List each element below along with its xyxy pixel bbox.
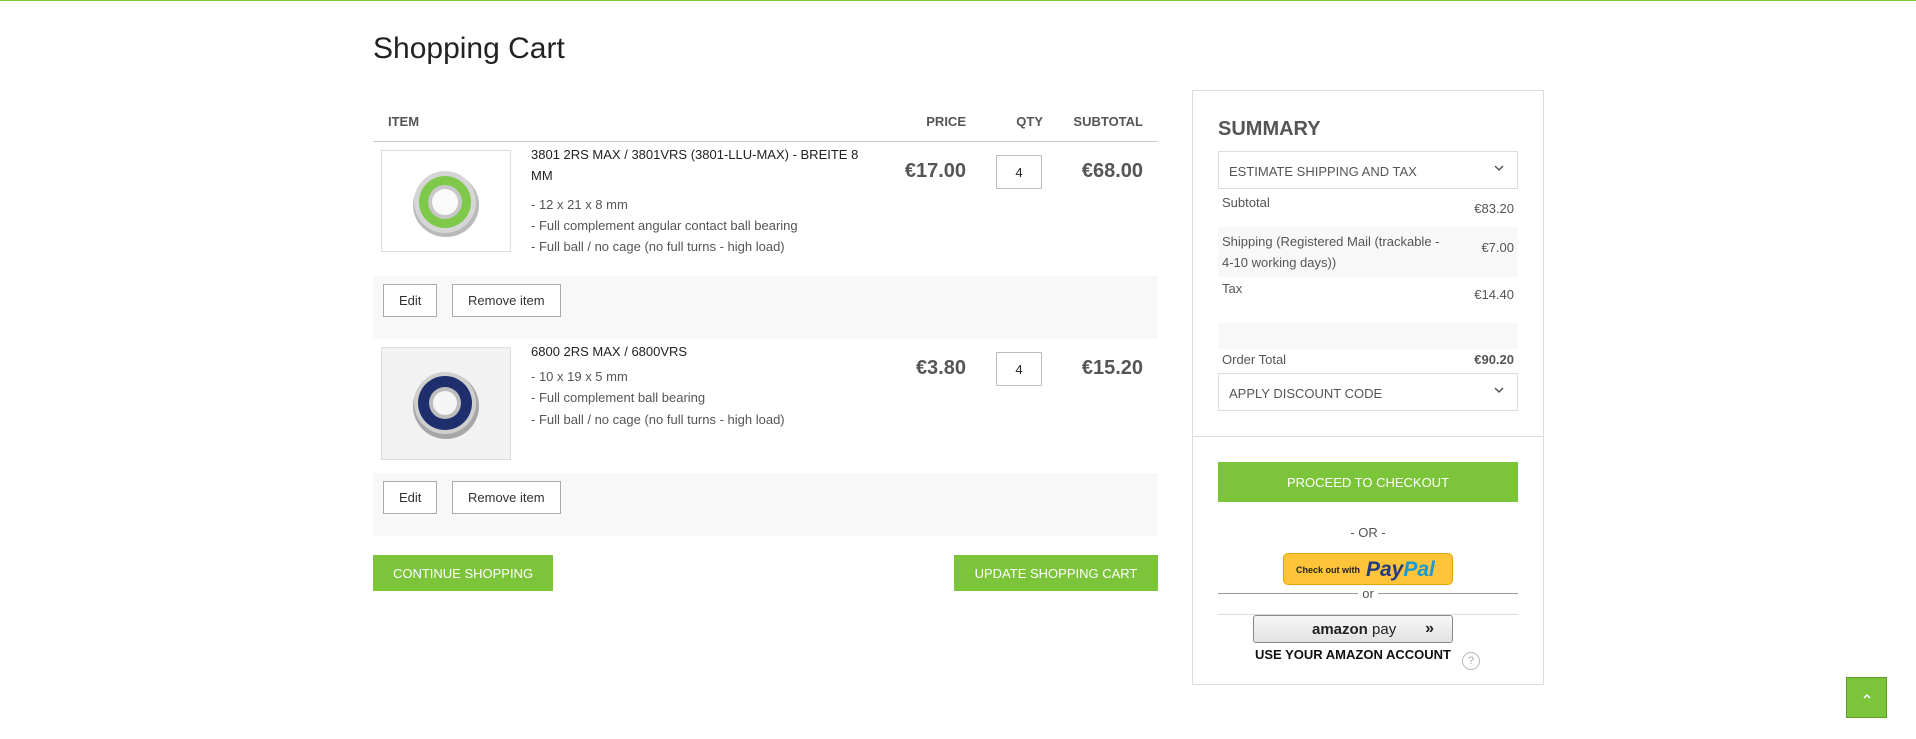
discount-code-toggle[interactable]: APPLY DISCOUNT CODE	[1218, 373, 1518, 411]
product-option: - Full ball / no cage (no full turns - h…	[531, 412, 785, 427]
edit-button[interactable]: Edit	[383, 284, 438, 317]
cart-item: 3801 2RS MAX / 3801VRS (3801-LLU-MAX) - …	[373, 142, 1158, 339]
product-name[interactable]: 6800 2RS MAX / 6800VRS	[531, 341, 871, 362]
cart-summary: SUMMARY ESTIMATE SHIPPING AND TAX Subtot…	[1192, 90, 1544, 685]
product-option: - 12 x 21 x 8 mm	[531, 197, 628, 212]
item-price: €3.80	[915, 357, 966, 379]
item-actions: Edit Remove item	[373, 276, 1158, 339]
cart-table: ITEM PRICE QTY SUBTOTAL 3801 2RS MAX / 3…	[373, 104, 1158, 536]
product-name[interactable]: 3801 2RS MAX / 3801VRS (3801-LLU-MAX) - …	[531, 144, 871, 186]
or-separator: - OR -	[1350, 525, 1386, 540]
product-option: - 10 x 19 x 5 mm	[531, 369, 628, 384]
paypal-brand-pay: Pay	[1366, 558, 1404, 581]
amazon-pay-note: USE YOUR AMAZON ACCOUNT	[1255, 647, 1451, 662]
tax-label: Tax	[1222, 281, 1243, 296]
product-option: - Full complement angular contact ball b…	[531, 218, 798, 233]
totals-row-tax: Tax €14.40	[1218, 277, 1518, 313]
paypal-brand-pal: Pal	[1403, 558, 1435, 581]
totals-row-shipping: Shipping (Registered Mail (trackable - 4…	[1218, 227, 1518, 277]
item-price: €17.00	[904, 160, 966, 182]
qty-input[interactable]	[996, 352, 1042, 386]
product-image[interactable]	[381, 150, 511, 252]
cart-item: 6800 2RS MAX / 6800VRS - 10 x 19 x 5 mm …	[373, 339, 1158, 536]
top-accent-line	[0, 0, 1916, 1]
update-cart-button[interactable]: UPDATE SHOPPING CART	[954, 555, 1158, 591]
summary-title: SUMMARY	[1218, 118, 1321, 140]
amazon-pay-button[interactable]: amazon pay »	[1253, 615, 1453, 643]
cart-table-header: ITEM PRICE QTY SUBTOTAL	[373, 104, 1158, 142]
or-small-separator: or	[1193, 586, 1543, 601]
estimate-shipping-label: ESTIMATE SHIPPING AND TAX	[1229, 164, 1417, 179]
header-item: ITEM	[388, 114, 420, 129]
tax-value: €14.40	[1474, 287, 1514, 302]
amazon-brand: amazon	[1312, 621, 1368, 638]
item-actions: Edit Remove item	[373, 473, 1158, 536]
summary-divider	[1193, 436, 1543, 437]
subtotal-label: Subtotal	[1222, 195, 1270, 210]
or-small-text: or	[1358, 586, 1378, 601]
chevron-up-icon	[1862, 690, 1872, 704]
remove-item-button[interactable]: Remove item	[452, 284, 561, 317]
shipping-label: Shipping (Registered Mail (trackable - 4…	[1222, 234, 1440, 270]
order-total-label: Order Total	[1222, 352, 1287, 367]
chevron-down-icon	[1493, 384, 1505, 399]
paypal-checkout-button[interactable]: Check out with PayPal	[1283, 553, 1453, 585]
header-subtotal: SUBTOTAL	[1073, 114, 1143, 129]
item-subtotal: €68.00	[1081, 160, 1143, 182]
discount-code-label: APPLY DISCOUNT CODE	[1229, 386, 1383, 401]
shipping-value: €7.00	[1481, 240, 1514, 255]
product-option: - Full complement ball bearing	[531, 390, 706, 405]
product-image[interactable]	[381, 347, 511, 460]
item-subtotal: €15.20	[1081, 357, 1143, 379]
totals-row-subtotal: Subtotal €83.20	[1218, 191, 1518, 227]
paypal-prefix: Check out with	[1296, 565, 1361, 575]
amazon-pay-logo: amazon pay	[1312, 621, 1396, 638]
edit-button[interactable]: Edit	[383, 481, 438, 514]
qty-input[interactable]	[996, 155, 1042, 189]
paypal-logo: PayPal	[1366, 558, 1435, 582]
estimate-shipping-toggle[interactable]: ESTIMATE SHIPPING AND TAX	[1218, 151, 1518, 189]
subtotal-value: €83.20	[1474, 201, 1514, 216]
remove-item-button[interactable]: Remove item	[452, 481, 561, 514]
header-price: PRICE	[926, 114, 966, 129]
amazon-pay-word: pay	[1367, 621, 1397, 638]
order-total-value: €90.20	[1474, 352, 1514, 367]
continue-shopping-button[interactable]: CONTINUE SHOPPING	[373, 555, 553, 591]
page-title: Shopping Cart	[373, 32, 565, 65]
chevron-down-icon	[1493, 162, 1505, 177]
scroll-to-top-button[interactable]	[1846, 677, 1887, 718]
product-option: - Full ball / no cage (no full turns - h…	[531, 239, 785, 254]
header-qty: QTY	[1016, 114, 1043, 129]
double-chevron-right-icon: »	[1425, 620, 1434, 637]
help-icon[interactable]: ?	[1462, 652, 1480, 670]
proceed-to-checkout-button[interactable]: PROCEED TO CHECKOUT	[1218, 462, 1518, 502]
